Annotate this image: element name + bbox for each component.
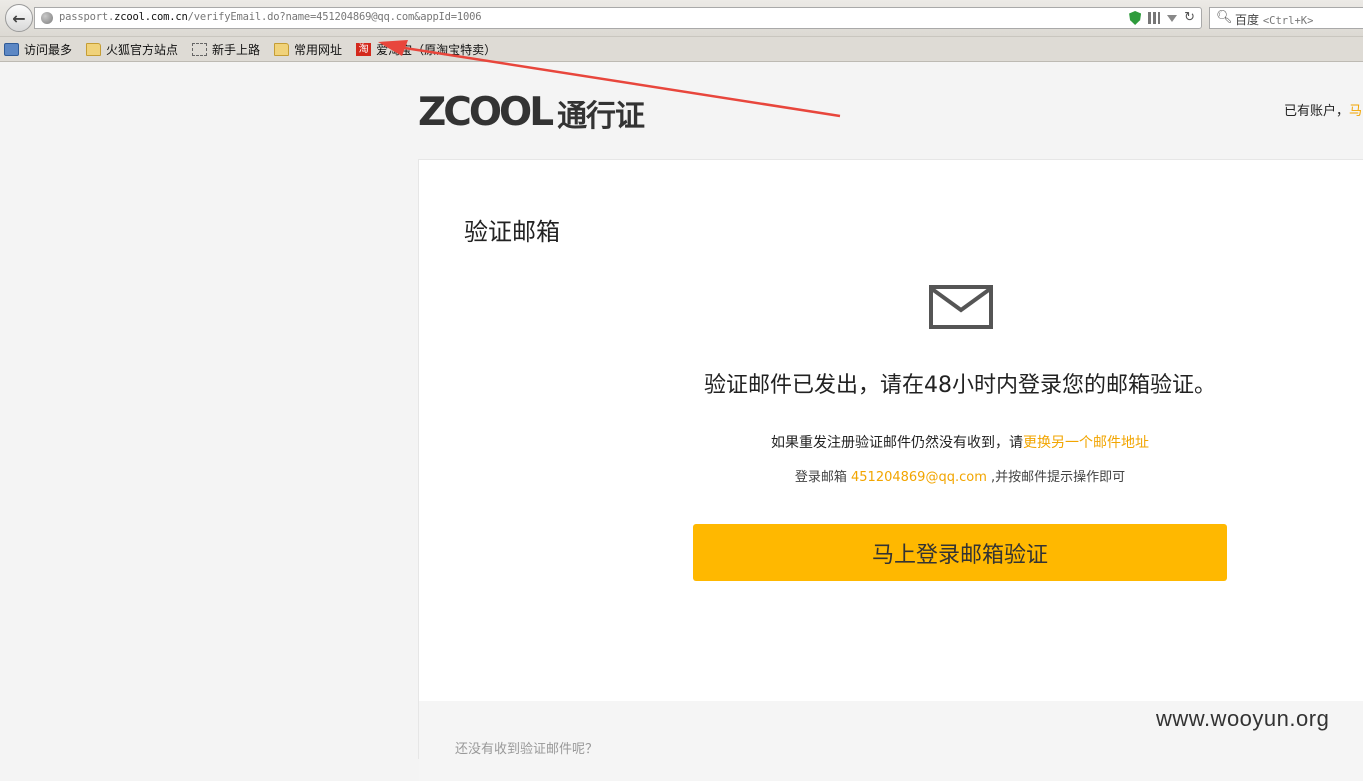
bookmark-firefox-sites[interactable]: 火狐官方站点 bbox=[86, 41, 178, 58]
taobao-icon: 淘 bbox=[356, 42, 372, 56]
shield-icon[interactable] bbox=[1129, 11, 1142, 25]
login-link[interactable]: 马 bbox=[1349, 104, 1362, 119]
bookmark-getting-started[interactable]: 新手上路 bbox=[192, 41, 260, 58]
reload-icon[interactable]: ↻ bbox=[1184, 10, 1195, 26]
search-hint: <Ctrl+K> bbox=[1262, 15, 1314, 27]
bookmark-common-sites[interactable]: 常用网址 bbox=[274, 41, 342, 58]
change-email-link[interactable]: 更换另一个邮件地址 bbox=[1023, 435, 1149, 451]
verify-email-button[interactable]: 马上登录邮箱验证 bbox=[693, 524, 1227, 581]
address-bar[interactable]: passport.zcool.com.cn/verifyEmail.do?nam… bbox=[34, 7, 1202, 29]
envelope-icon bbox=[929, 285, 993, 329]
folder-icon bbox=[86, 42, 102, 56]
bookmark-taobao[interactable]: 淘 爱淘宝（原淘宝特卖） bbox=[356, 41, 496, 58]
page-title: 验证邮箱 bbox=[464, 218, 560, 246]
search-engine-label: 百度 bbox=[1235, 13, 1260, 27]
qr-code-icon[interactable] bbox=[1148, 12, 1161, 24]
bookmark-most-visited[interactable]: 访问最多 bbox=[4, 41, 72, 58]
logo-brand: ZCOOL bbox=[418, 90, 554, 135]
bookmark-star-icon bbox=[4, 42, 19, 56]
search-icon: 🔍︎ bbox=[1216, 10, 1233, 25]
resend-hint: 如果重发注册验证邮件仍然没有收到，请更换另一个邮件地址 bbox=[771, 435, 1149, 451]
chevron-down-icon[interactable] bbox=[1167, 14, 1178, 22]
url-text: passport.zcool.com.cn/verifyEmail.do?nam… bbox=[59, 11, 482, 23]
dotted-box-icon bbox=[192, 42, 208, 56]
email-address: 451204869@qq.com bbox=[851, 470, 987, 485]
bookmarks-bar: 访问最多 火狐官方站点 新手上路 常用网址 淘 爱淘宝（原淘宝特卖） bbox=[0, 37, 1363, 62]
back-button[interactable]: ← bbox=[5, 4, 33, 32]
account-prompt: 已有账户，马 bbox=[1284, 104, 1363, 119]
browser-toolbar: ← passport.zcool.com.cn/verifyEmail.do?n… bbox=[0, 0, 1363, 37]
folder-icon bbox=[274, 42, 290, 56]
watermark: www.wooyun.org bbox=[1156, 706, 1330, 731]
zcool-logo[interactable]: ZCOOL 通行证 bbox=[418, 90, 645, 135]
footer-text: 还没有收到验证邮件呢？ bbox=[455, 742, 599, 757]
globe-icon bbox=[41, 12, 53, 24]
sent-message: 验证邮件已发出，请在48小时内登录您的邮箱验证。 bbox=[704, 373, 1216, 398]
logo-suffix: 通行证 bbox=[557, 99, 645, 134]
search-input[interactable]: 🔍︎ 百度 <Ctrl+K> bbox=[1209, 7, 1363, 29]
back-arrow-icon: ← bbox=[12, 8, 26, 28]
email-hint: 登录邮箱 451204869@qq.com ,并按邮件提示操作即可 bbox=[794, 470, 1126, 485]
verify-email-card: 验证邮箱 验证邮件已发出，请在48小时内登录您的邮箱验证。 如果重发注册验证邮件… bbox=[418, 159, 1363, 781]
